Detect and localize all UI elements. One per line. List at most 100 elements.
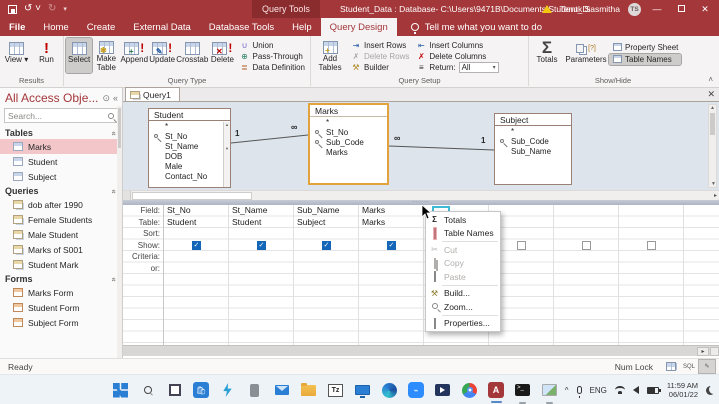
builder-button[interactable]: ⚒Builder [348, 63, 412, 73]
field-list-subject[interactable]: Subject*Sub_CodeSub_Name [494, 113, 572, 185]
field-st-name[interactable]: St_Name [149, 142, 230, 152]
menu-item-properties[interactable]: Properties... [426, 317, 500, 331]
clock[interactable]: 11:59 AM 06/01/22 [667, 381, 698, 399]
nav-item-subject[interactable]: Subject [0, 169, 122, 184]
microphone-icon[interactable] [577, 386, 582, 394]
grid-show-checkbox[interactable] [387, 241, 396, 250]
insert-columns-button[interactable]: ⇤Insert Columns [413, 40, 501, 50]
property-sheet-button[interactable]: Property Sheet [609, 42, 681, 53]
taskbar-media-player-icon[interactable] [434, 382, 451, 399]
field-dob[interactable]: DOB [149, 152, 230, 162]
taskbar-edge-icon[interactable] [381, 382, 398, 399]
menu-item-build[interactable]: ⚒Build... [426, 287, 500, 301]
close-document-icon[interactable]: ✕ [707, 89, 715, 100]
grid-show-checkbox[interactable] [192, 241, 201, 250]
taskbar-chrome-icon[interactable] [461, 382, 478, 399]
field-sub-name[interactable]: Sub_Name [495, 147, 571, 157]
tab-home[interactable]: Home [34, 18, 77, 36]
nav-menu-icon[interactable]: ⊙ [102, 93, 110, 104]
nav-item-student[interactable]: Student [0, 154, 122, 169]
grid-table-cell[interactable]: Marks [359, 217, 422, 229]
nav-item-female-students[interactable]: Female Students [0, 212, 122, 227]
taskbar-search-icon[interactable] [139, 382, 156, 399]
run-button[interactable]: ! Run [32, 38, 61, 73]
return-select[interactable]: All▾ [459, 62, 499, 73]
save-icon[interactable] [8, 5, 17, 14]
battery-icon[interactable] [647, 387, 659, 394]
menu-item-totals[interactable]: ΣTotals [426, 213, 500, 227]
tab-external-data[interactable]: External Data [124, 18, 200, 36]
tell-me-box[interactable]: Tell me what you want to do [397, 18, 542, 36]
taskbar-mail-icon[interactable] [273, 382, 290, 399]
taskbar-audio-device-icon[interactable] [246, 382, 263, 399]
grid-field-cell[interactable]: St_No [164, 205, 227, 217]
nav-section-queries[interactable]: Queries« [0, 184, 122, 197]
tab-create[interactable]: Create [78, 18, 125, 36]
minimize-button[interactable]: — [649, 4, 665, 14]
taskbar-power-automate-icon[interactable] [219, 382, 236, 399]
make-table-button[interactable]: ✱Make Table [93, 38, 119, 73]
grid-field-cell[interactable]: Marks [359, 205, 422, 217]
grid-scroll-right-icon[interactable]: ▸ [697, 347, 709, 356]
nav-item-student-form[interactable]: Student Form [0, 300, 122, 315]
grid-horizontal-scrollbar[interactable]: ▸ [123, 345, 719, 356]
field-contact-no[interactable]: Contact_No [149, 172, 230, 182]
delete-columns-button[interactable]: ✗Delete Columns [413, 51, 501, 61]
hidden-icons-chevron[interactable]: ^ [565, 386, 569, 395]
restore-button[interactable] [673, 4, 689, 14]
taskbar-photos-icon[interactable] [541, 382, 558, 399]
taskbar-task-view-icon[interactable] [166, 382, 183, 399]
union-button[interactable]: ∪Union [237, 40, 308, 50]
field-st-no[interactable]: St_No [310, 128, 387, 138]
tab-query1[interactable]: Query1 [125, 87, 180, 101]
taskbar-zoom-app-icon[interactable]: ⌁ [408, 382, 424, 398]
nav-section-forms[interactable]: Forms« [0, 272, 122, 285]
totals-button[interactable]: Σ Totals [531, 38, 563, 73]
collapse-ribbon-icon[interactable]: ˄ [708, 75, 713, 84]
update-button[interactable]: ✎!Update [149, 38, 175, 73]
append-button[interactable]: +!Append [120, 38, 148, 73]
design-view-button[interactable]: ✎ [699, 360, 715, 373]
sql-view-button[interactable]: SQL [681, 360, 697, 373]
close-button[interactable]: ✕ [697, 4, 713, 15]
nav-item-marks[interactable]: Marks [0, 139, 122, 154]
table-names-button[interactable]: Table Names [609, 54, 681, 65]
grid-show-checkbox[interactable] [517, 241, 526, 250]
grid-show-checkbox[interactable] [257, 241, 266, 250]
view-button[interactable]: View ▾ [2, 38, 31, 73]
warning-icon[interactable] [542, 5, 552, 13]
delete-button[interactable]: ✕!Delete [209, 38, 235, 73]
nav-item-marks-form[interactable]: Marks Form [0, 285, 122, 300]
parameters-button[interactable]: [?] Parameters [564, 38, 608, 73]
menu-item-table-names[interactable]: Table Names [426, 227, 500, 241]
nav-item-marks-of-s001[interactable]: Marks of S001 [0, 242, 122, 257]
nav-section-tables[interactable]: Tables« [0, 126, 122, 139]
taskbar-file-explorer-icon[interactable] [300, 382, 317, 399]
field-list-marks[interactable]: Marks*St_NoSub_CodeMarks [308, 103, 389, 185]
shutter-close-icon[interactable]: « [113, 93, 118, 103]
canvas-vertical-scrollbar[interactable]: ▲▼ [708, 104, 717, 188]
field-st-no[interactable]: St_No [149, 132, 230, 142]
field-sub-code[interactable]: Sub_Code [310, 138, 387, 148]
nav-item-dob-after-1990[interactable]: dob after 1990 [0, 197, 122, 212]
add-tables-button[interactable]: + Add Tables [313, 38, 347, 73]
customize-qat-icon[interactable]: ▾ [63, 5, 67, 13]
field-list-scrollbar[interactable]: ▲▼ [223, 122, 230, 187]
nav-item-male-student[interactable]: Male Student [0, 227, 122, 242]
field-sub-code[interactable]: Sub_Code [495, 137, 571, 147]
nav-item-subject-form[interactable]: Subject Form [0, 315, 122, 330]
data-definition-button[interactable]: ≣Data Definition [237, 63, 308, 73]
field-star[interactable]: * [310, 118, 387, 128]
taskbar-access-icon[interactable]: A [488, 382, 504, 398]
taskbar-display-icon[interactable] [354, 382, 371, 399]
undo-icon[interactable]: ↺ ˅ [24, 4, 41, 14]
user-name[interactable]: Tenuk Sasmitha [560, 4, 620, 14]
nav-search-input[interactable]: Search... [4, 108, 118, 123]
focus-assist-icon[interactable] [706, 386, 715, 395]
nav-scrollbar[interactable] [117, 106, 122, 358]
insert-rows-button[interactable]: ⇥Insert Rows [348, 40, 412, 50]
taskbar-tz-app-icon[interactable]: Tz [327, 382, 344, 399]
query-design-grid[interactable]: Field:Table:Sort:Show:Criteria:or:St_NoS… [123, 205, 719, 345]
tab-query-design[interactable]: Query Design [321, 18, 397, 36]
field-star[interactable]: * [495, 127, 571, 137]
